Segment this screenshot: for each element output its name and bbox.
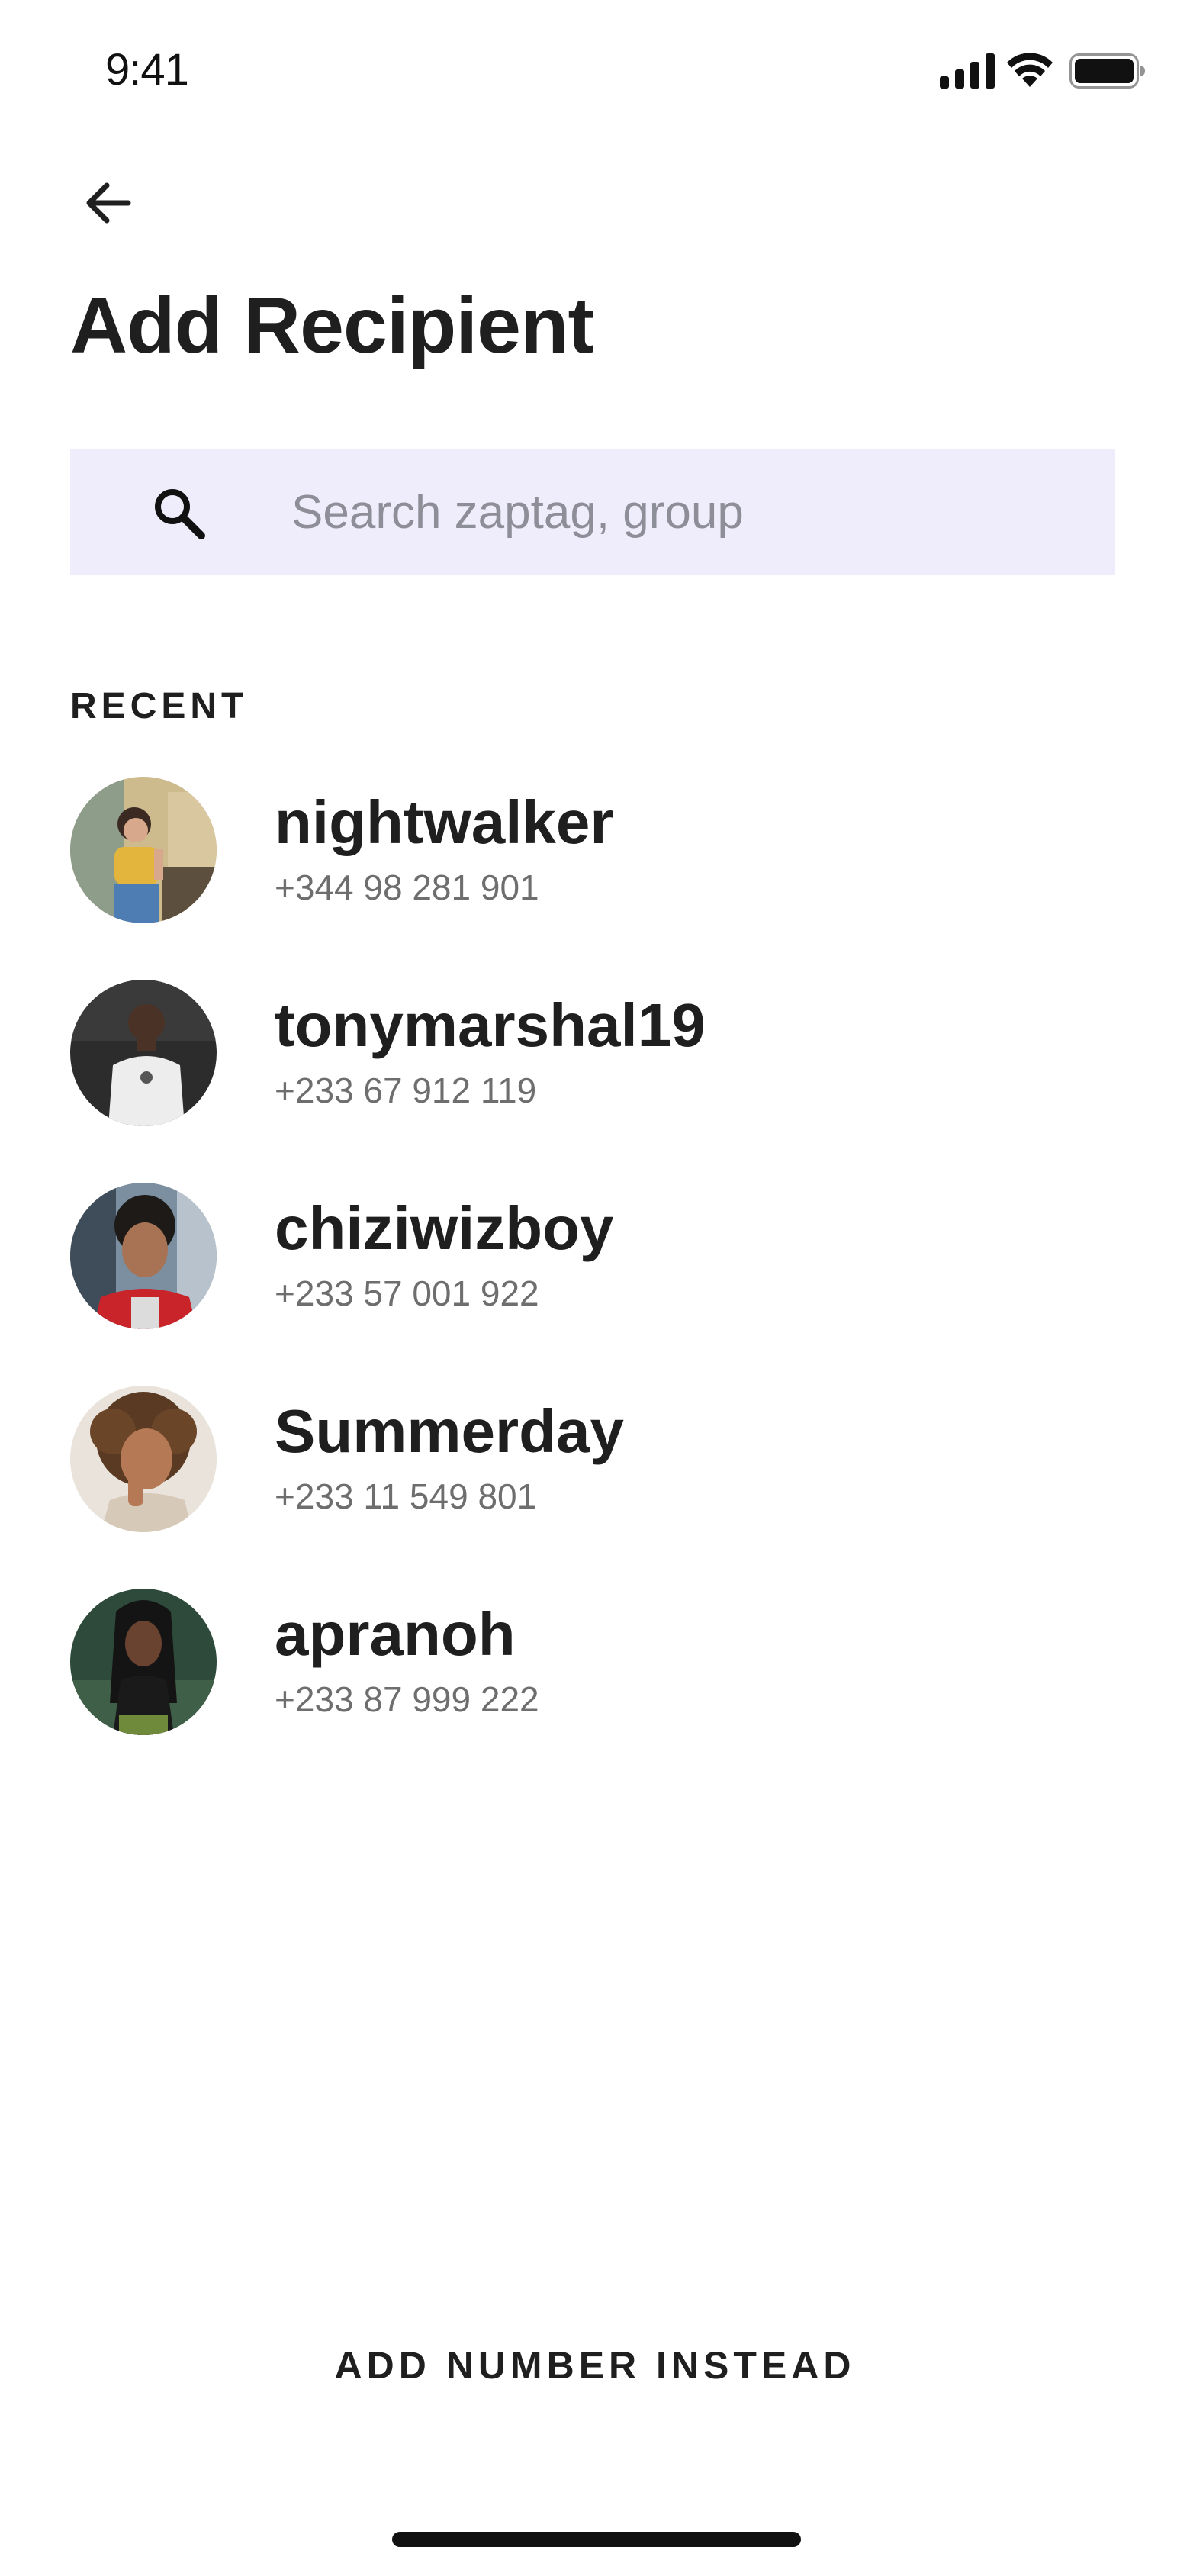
avatar (70, 777, 217, 923)
contact-name: tonymarshal19 (275, 991, 706, 1059)
avatar (70, 1183, 217, 1329)
recent-section-label: RECENT (70, 686, 249, 726)
search-input[interactable] (291, 449, 1085, 575)
status-time: 9:41 (105, 45, 189, 95)
contact-item-nightwalker[interactable]: nightwalker +344 98 281 901 (70, 777, 1115, 929)
wifi-icon (1007, 53, 1053, 87)
search-icon (155, 489, 205, 539)
contact-name: apranoh (275, 1600, 516, 1668)
home-indicator[interactable] (392, 2532, 801, 2547)
contact-phone: +344 98 281 901 (275, 868, 539, 907)
signal-icon (940, 53, 995, 89)
contact-item-summerday[interactable]: Summerday +233 11 549 801 (70, 1386, 1115, 1538)
contact-item-tonymarshal19[interactable]: tonymarshal19 +233 67 912 119 (70, 980, 1115, 1132)
page-title: Add Recipient (70, 282, 594, 370)
status-bar: 9:41 (0, 0, 1190, 145)
contact-phone: +233 57 001 922 (275, 1274, 539, 1313)
avatar (70, 1589, 217, 1735)
arrow-left-icon (86, 182, 131, 224)
contact-phone: +233 11 549 801 (275, 1476, 537, 1516)
back-button[interactable] (70, 165, 146, 241)
battery-icon (1069, 53, 1145, 89)
contact-item-apranoh[interactable]: apranoh +233 87 999 222 (70, 1589, 1115, 1741)
add-number-instead-button[interactable]: ADD NUMBER INSTEAD (290, 2320, 900, 2411)
avatar (70, 1386, 217, 1532)
contact-name: nightwalker (275, 788, 614, 856)
contact-phone: +233 67 912 119 (275, 1071, 537, 1110)
contact-item-chiziwizboy[interactable]: chiziwizboy +233 57 001 922 (70, 1183, 1115, 1335)
contact-phone: +233 87 999 222 (275, 1679, 539, 1719)
search-box[interactable] (70, 449, 1115, 575)
contact-name: chiziwizboy (275, 1194, 614, 1262)
avatar (70, 980, 217, 1126)
contact-name: Summerday (275, 1397, 624, 1465)
